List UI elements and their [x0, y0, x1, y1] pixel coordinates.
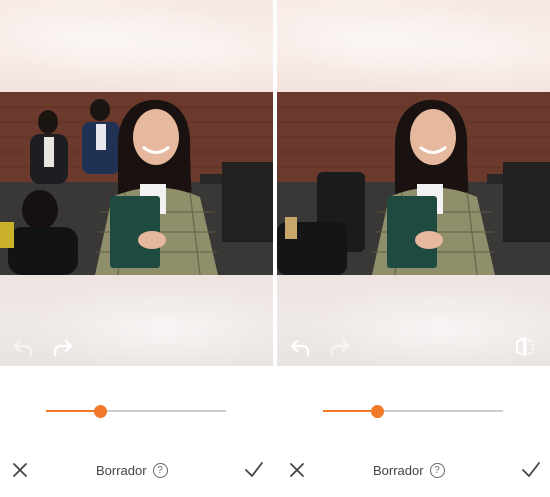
photo-canvas[interactable] [0, 0, 273, 366]
tool-title: Borrador [373, 462, 424, 478]
tool-title-group: Borrador ? [373, 461, 445, 479]
tool-title: Borrador [96, 462, 147, 478]
editor-panel-left: Borrador ? [0, 0, 273, 497]
undo-arrow-icon[interactable] [11, 336, 35, 360]
blurred-background-bottom [277, 275, 550, 366]
undo-arrow-icon[interactable] [288, 336, 312, 360]
close-icon[interactable] [10, 460, 30, 480]
help-circle-icon[interactable]: ? [429, 462, 445, 478]
portrait-photo[interactable] [0, 92, 273, 275]
checkmark-icon[interactable] [520, 460, 542, 480]
portrait-photo-edited[interactable] [277, 92, 550, 275]
tool-title-group: Borrador ? [96, 461, 168, 479]
blurred-background-top [0, 0, 273, 92]
checkmark-icon[interactable] [243, 460, 265, 480]
bottom-toolbar: Borrador ? [277, 455, 550, 485]
help-circle-icon[interactable]: ? [152, 462, 168, 478]
brush-size-slider-thumb[interactable] [371, 405, 384, 418]
brush-size-slider-thumb[interactable] [94, 405, 107, 418]
bottom-toolbar: Borrador ? [0, 455, 273, 485]
editor-panel-right: Borrador ? [277, 0, 550, 497]
compare-split-icon[interactable] [513, 334, 537, 358]
blurred-background-bottom [0, 275, 273, 366]
photo-canvas[interactable] [277, 0, 550, 366]
redo-arrow-icon[interactable] [51, 336, 75, 360]
redo-arrow-icon[interactable] [328, 336, 352, 360]
brush-size-slider-track[interactable] [379, 410, 503, 412]
brush-size-slider-track[interactable] [102, 410, 226, 412]
close-icon[interactable] [287, 460, 307, 480]
blurred-background-top [277, 0, 550, 92]
